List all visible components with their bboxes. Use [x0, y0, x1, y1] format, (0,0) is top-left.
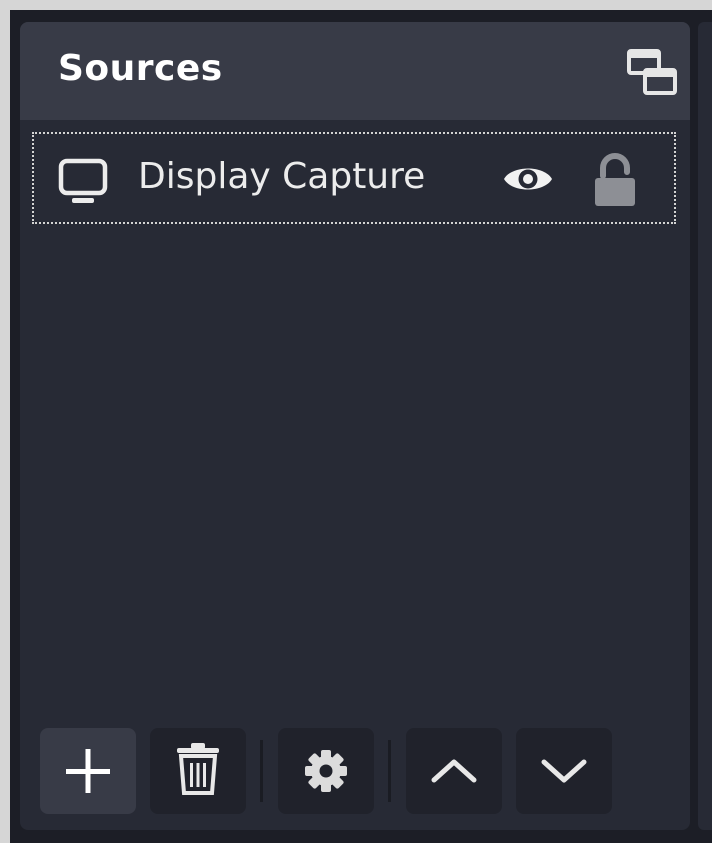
- plus-icon: [66, 749, 110, 793]
- sources-toolbar: [40, 728, 640, 814]
- chevron-down-icon: [541, 759, 587, 783]
- add-source-button[interactable]: [40, 728, 136, 814]
- gear-icon: [305, 750, 347, 792]
- adjacent-dock-edge: [698, 22, 712, 830]
- eye-icon[interactable]: [502, 162, 554, 196]
- source-properties-button[interactable]: [278, 728, 374, 814]
- chevron-up-icon: [431, 759, 477, 783]
- dock-header: Sources: [20, 22, 690, 120]
- unlock-icon[interactable]: [594, 152, 636, 208]
- remove-source-button[interactable]: [150, 728, 246, 814]
- window-frame-left: [0, 0, 10, 843]
- toolbar-separator: [388, 740, 391, 802]
- monitor-icon: [58, 158, 108, 203]
- dock-bottom-edge: [10, 830, 712, 843]
- source-name: Display Capture: [138, 156, 426, 197]
- window-frame-top: [0, 0, 712, 10]
- toolbar-separator: [260, 740, 263, 802]
- sources-dock: Sources Display Capture: [20, 22, 690, 830]
- trash-icon: [177, 743, 219, 795]
- dock-title: Sources: [58, 48, 223, 89]
- source-item-display-capture[interactable]: Display Capture: [32, 132, 676, 224]
- undock-icon[interactable]: [626, 48, 678, 96]
- move-down-button[interactable]: [516, 728, 612, 814]
- move-up-button[interactable]: [406, 728, 502, 814]
